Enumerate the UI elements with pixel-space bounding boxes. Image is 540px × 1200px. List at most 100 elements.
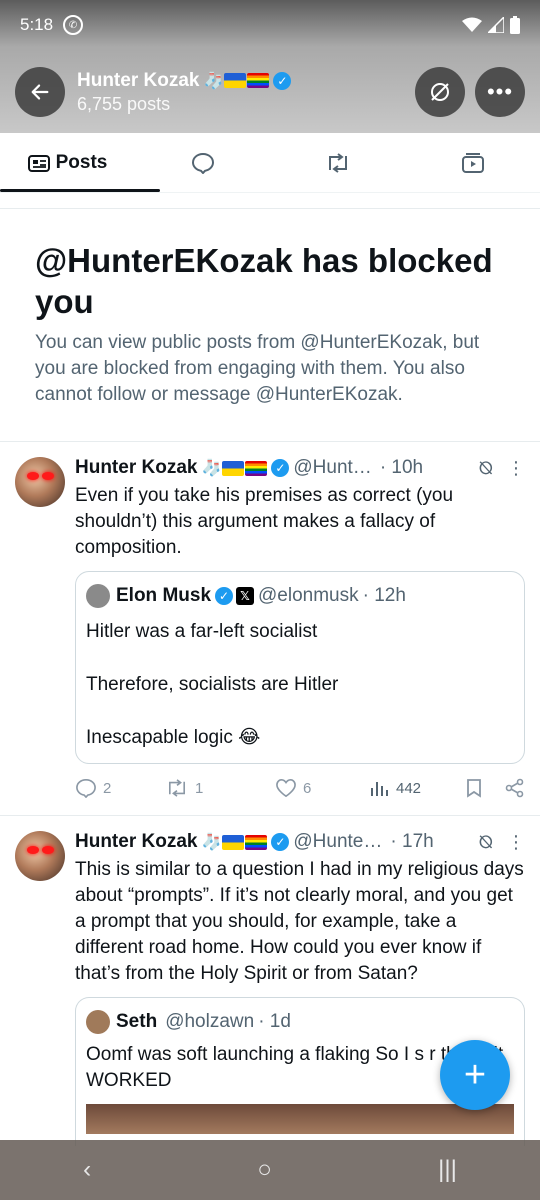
grok-button[interactable]: [415, 67, 465, 117]
bookmark-icon: [467, 779, 481, 798]
quoted-author-handle: @holzawn: [165, 1011, 255, 1032]
whatsapp-icon: ✆: [63, 15, 84, 35]
blocked-notice: @HunterEKozak has blocked you You can vi…: [35, 240, 510, 408]
reply-button[interactable]: 2: [75, 778, 165, 798]
battery-icon: [510, 16, 520, 34]
author-emojis: 🧦: [201, 458, 268, 478]
verified-badge-icon: ✓: [271, 459, 290, 477]
blocked-description: You can view public posts from @HunterEK…: [35, 332, 480, 405]
more-options-button[interactable]: •••: [475, 67, 525, 117]
profile-header-text: Hunter Kozak 🧦 ✓ 6,755 posts: [77, 70, 292, 115]
reply-icon: [76, 778, 96, 798]
post-author-name[interactable]: Hunter Kozak: [75, 831, 197, 853]
post-time[interactable]: · 10h: [380, 457, 423, 479]
x-logo-icon: 𝕏: [236, 587, 255, 605]
tab-posts-label: Posts: [55, 151, 108, 173]
more-vertical-icon[interactable]: ⋮: [507, 458, 525, 479]
socks-emoji: 🧦: [203, 72, 224, 90]
quoted-post-time: · 1d: [258, 1011, 291, 1032]
signal-icon: [488, 17, 504, 33]
post-header: Hunter Kozak 🧦 ✓ @Hunte… · 17h ⦰ ⋮: [75, 829, 525, 855]
more-vertical-icon[interactable]: ⋮: [507, 832, 525, 853]
nav-back-button[interactable]: ‹: [83, 1156, 91, 1184]
quoted-avatar: [86, 1010, 110, 1034]
repost-icon: [328, 152, 347, 173]
pride-flag-icon: [247, 73, 270, 88]
quoted-avatar: [86, 584, 110, 608]
post-author-handle[interactable]: @Hunt…: [293, 457, 371, 479]
tab-media[interactable]: [405, 133, 540, 192]
verified-badge-icon: ✓: [215, 587, 234, 605]
divider: [0, 441, 540, 442]
ukraine-flag-icon: [222, 460, 245, 476]
compose-post-button[interactable]: +: [440, 1040, 510, 1110]
nav-home-button[interactable]: ○: [257, 1156, 272, 1184]
view-count: 442: [396, 779, 422, 797]
media-icon: [461, 152, 484, 173]
repost-icon: [168, 779, 186, 797]
views-button[interactable]: 442: [370, 779, 465, 797]
tab-posts[interactable]: Posts: [0, 133, 160, 192]
divider: [0, 815, 540, 816]
views-chart-icon: [371, 782, 388, 796]
share-button[interactable]: [505, 778, 525, 798]
android-nav-bar: ‹ ○ |||: [0, 1140, 540, 1200]
verified-badge-icon: ✓: [271, 833, 290, 851]
post-actions: 2 1 6 442: [75, 778, 525, 798]
post-author-name[interactable]: Hunter Kozak: [75, 457, 197, 479]
quoted-media-image[interactable]: [86, 1104, 514, 1134]
quoted-post-header: Seth @holzawn · 1d: [86, 1010, 514, 1034]
ukraine-flag-icon: [222, 834, 245, 850]
ukraine-flag-icon: [224, 73, 247, 88]
quoted-author-name: Elon Musk: [116, 585, 212, 606]
socks-emoji: 🧦: [201, 834, 222, 851]
reply-icon: [191, 152, 214, 174]
pride-flag-icon: [245, 834, 268, 850]
quoted-author-handle: @elonmusk: [258, 585, 359, 606]
arrow-left-icon: [31, 84, 49, 100]
post-text: This is similar to a question I had in m…: [75, 859, 524, 984]
wifi-icon: [462, 17, 482, 32]
profile-tabs: Posts: [0, 133, 540, 193]
author-emojis: 🧦: [201, 832, 268, 852]
avatar-eye: [27, 472, 39, 480]
profile-post-count: 6,755 posts: [77, 93, 171, 114]
quoted-post-time: · 12h: [362, 585, 406, 606]
grok-icon: [431, 83, 449, 101]
share-icon: [505, 778, 524, 798]
quoted-text-line: Hitler was a far-left socialist: [86, 621, 318, 642]
avatar-eye: [42, 846, 54, 854]
profile-header: Hunter Kozak 🧦 ✓ 6,755 posts •••: [15, 66, 525, 118]
post-body: Hunter Kozak 🧦 ✓ @Hunt… · 10h ⦰ ⋮ Even i…: [75, 455, 525, 798]
tab-replies[interactable]: [135, 133, 270, 192]
reply-count: 2: [103, 779, 112, 797]
feed-icon: [27, 154, 50, 172]
quoted-post-header: Elon Musk ✓ 𝕏 @elonmusk · 12h: [86, 584, 514, 608]
post-text: Even if you take his premises as correct…: [75, 485, 454, 558]
divider: [0, 208, 540, 209]
repost-count: 1: [195, 779, 204, 797]
bookmark-button[interactable]: [465, 778, 505, 798]
pride-flag-icon: [245, 460, 268, 476]
nav-recents-button[interactable]: |||: [438, 1156, 457, 1184]
verified-badge-icon: ✓: [273, 71, 292, 90]
post-time[interactable]: · 17h: [390, 831, 433, 853]
socks-emoji: 🧦: [201, 460, 222, 477]
grok-icon[interactable]: ⦰: [479, 832, 493, 853]
back-button[interactable]: [15, 67, 65, 117]
quoted-post[interactable]: Elon Musk ✓ 𝕏 @elonmusk · 12h Hitler was…: [75, 571, 525, 764]
tab-reposts[interactable]: [270, 133, 405, 192]
avatar[interactable]: [15, 831, 65, 881]
quoted-text-line: Therefore, socialists are Hitler: [86, 674, 339, 695]
post-header: Hunter Kozak 🧦 ✓ @Hunt… · 10h ⦰ ⋮: [75, 455, 525, 481]
like-button[interactable]: 6: [275, 778, 370, 798]
post-author-handle[interactable]: @Hunte…: [293, 831, 382, 853]
avatar-eye: [27, 846, 39, 854]
quoted-text-line: Inescapable logic 😂: [86, 727, 261, 748]
avatar-eye: [42, 472, 54, 480]
repost-button[interactable]: 1: [165, 779, 275, 797]
blocked-title: @HunterEKozak has blocked you: [35, 242, 493, 320]
avatar[interactable]: [15, 457, 65, 507]
grok-icon[interactable]: ⦰: [479, 458, 493, 479]
heart-icon: [276, 778, 296, 798]
